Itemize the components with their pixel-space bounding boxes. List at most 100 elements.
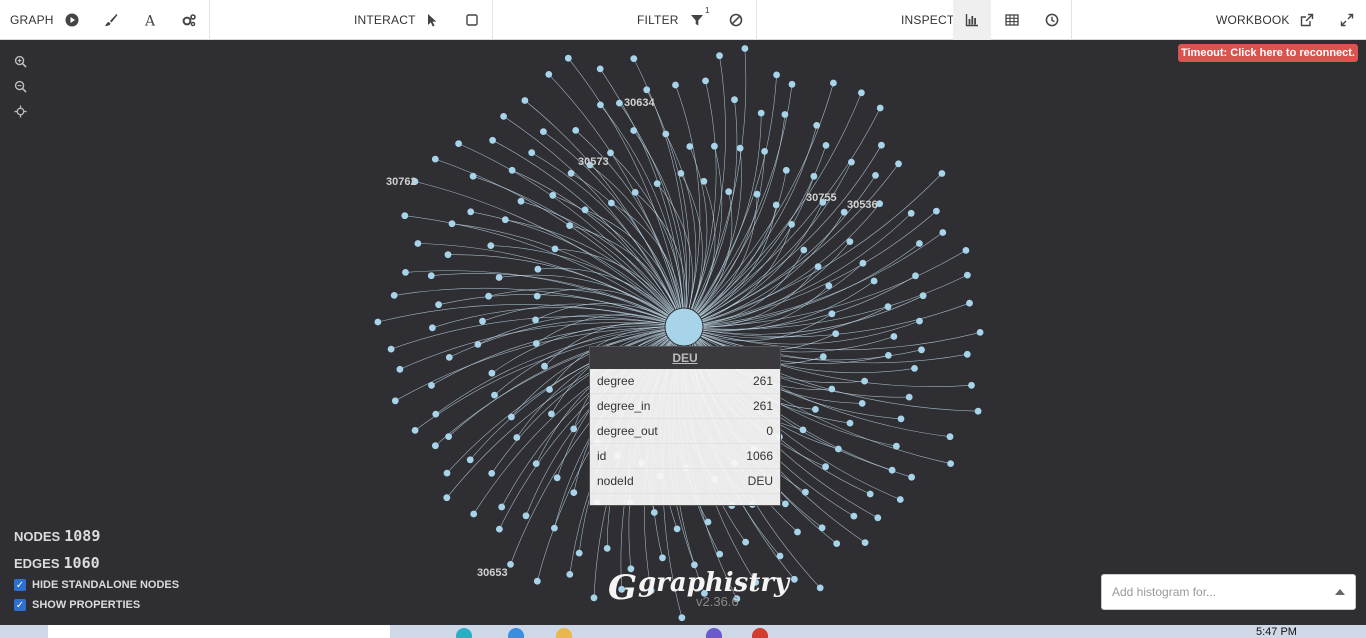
graph-node[interactable] bbox=[549, 191, 557, 199]
caret-up-icon[interactable] bbox=[1335, 589, 1345, 595]
graph-node[interactable] bbox=[532, 460, 540, 467]
graph-node[interactable] bbox=[885, 352, 892, 359]
font-icon[interactable]: A bbox=[131, 0, 169, 40]
graph-node[interactable] bbox=[974, 407, 982, 415]
graph-node[interactable] bbox=[761, 148, 768, 155]
graph-node[interactable] bbox=[825, 282, 833, 290]
graph-node[interactable] bbox=[702, 77, 709, 85]
graph-node[interactable] bbox=[455, 140, 462, 147]
graph-node[interactable] bbox=[508, 166, 516, 174]
graph-node[interactable] bbox=[545, 71, 553, 78]
graph-node[interactable] bbox=[686, 143, 694, 150]
zoom-out-icon[interactable] bbox=[12, 79, 28, 94]
graph-node[interactable] bbox=[387, 345, 395, 353]
graph-node[interactable] bbox=[630, 55, 638, 62]
graph-node[interactable] bbox=[878, 141, 885, 149]
graph-node[interactable] bbox=[704, 518, 712, 526]
graph-node[interactable] bbox=[939, 229, 947, 236]
taskbar-app-icon[interactable] bbox=[706, 628, 722, 638]
graph-node[interactable] bbox=[659, 554, 666, 562]
graph-node[interactable] bbox=[508, 413, 515, 421]
exclude-icon[interactable] bbox=[717, 0, 755, 40]
hub-node-deu[interactable] bbox=[664, 307, 704, 347]
graph-node[interactable] bbox=[553, 474, 561, 482]
graph-node[interactable] bbox=[814, 263, 822, 270]
graph-node[interactable] bbox=[432, 410, 440, 418]
graph-node[interactable] bbox=[572, 127, 580, 134]
graph-node[interactable] bbox=[428, 382, 435, 389]
graph-node[interactable] bbox=[677, 170, 685, 177]
graph-node[interactable] bbox=[781, 111, 789, 118]
box-select-icon[interactable] bbox=[453, 0, 491, 40]
graph-node[interactable] bbox=[716, 52, 723, 60]
graph-node[interactable] bbox=[548, 410, 555, 418]
graph-node[interactable] bbox=[716, 550, 724, 558]
graph-node[interactable] bbox=[802, 488, 809, 496]
graph-node[interactable] bbox=[788, 221, 795, 228]
external-link-icon[interactable] bbox=[1288, 0, 1326, 40]
graph-node[interactable] bbox=[816, 584, 824, 592]
hide-standalone-toggle[interactable]: ✓ HIDE STANDALONE NODES bbox=[14, 579, 179, 591]
graph-node[interactable] bbox=[908, 473, 915, 481]
graph-node[interactable] bbox=[488, 470, 496, 477]
graph-node[interactable] bbox=[966, 299, 973, 307]
graph-node[interactable] bbox=[470, 510, 478, 518]
graph-node[interactable] bbox=[532, 316, 539, 324]
graph-node[interactable] bbox=[435, 301, 442, 309]
graph-node[interactable] bbox=[374, 318, 382, 326]
graph-node[interactable] bbox=[444, 251, 452, 259]
graph-node[interactable] bbox=[850, 512, 858, 520]
graph-node[interactable] bbox=[872, 172, 879, 179]
graph-node[interactable] bbox=[469, 172, 477, 180]
graph-node[interactable] bbox=[533, 577, 541, 585]
graph-visualization[interactable] bbox=[0, 40, 1366, 625]
graph-node[interactable] bbox=[631, 189, 639, 196]
graph-node[interactable] bbox=[888, 466, 896, 474]
graph-node[interactable] bbox=[551, 245, 559, 253]
graph-node[interactable] bbox=[830, 79, 837, 87]
graph-node[interactable] bbox=[822, 142, 830, 149]
graph-node[interactable] bbox=[782, 166, 790, 174]
graph-node[interactable] bbox=[445, 354, 453, 361]
center-view-icon[interactable] bbox=[12, 104, 28, 119]
graph-node[interactable] bbox=[546, 386, 553, 393]
checkbox-checked-icon[interactable]: ✓ bbox=[14, 599, 26, 611]
graph-node[interactable] bbox=[736, 144, 744, 152]
graph-node[interactable] bbox=[861, 539, 869, 546]
graph-node[interactable] bbox=[874, 514, 882, 522]
reconnect-alert[interactable]: Timeout: Click here to reconnect. bbox=[1178, 44, 1358, 62]
graph-node[interactable] bbox=[551, 524, 558, 532]
graph-node[interactable] bbox=[895, 160, 902, 168]
graph-node[interactable] bbox=[643, 86, 651, 94]
graph-node[interactable] bbox=[396, 365, 404, 373]
graph-node[interactable] bbox=[570, 425, 578, 433]
graph-node[interactable] bbox=[448, 220, 456, 228]
graph-node[interactable] bbox=[522, 512, 530, 520]
workbook-label[interactable]: WORKBOOK bbox=[1216, 13, 1290, 27]
graph-node[interactable] bbox=[445, 433, 452, 440]
graph-node[interactable] bbox=[466, 456, 474, 464]
graph-node[interactable] bbox=[567, 169, 575, 177]
taskbar-app-icon[interactable] bbox=[508, 628, 524, 638]
graph-node[interactable] bbox=[859, 259, 867, 267]
graph-node[interactable] bbox=[976, 329, 984, 336]
graph-node[interactable] bbox=[427, 272, 435, 280]
graph-node[interactable] bbox=[500, 113, 507, 120]
graph-node[interactable] bbox=[919, 292, 927, 300]
graph-node[interactable] bbox=[835, 445, 842, 453]
graph-node[interactable] bbox=[776, 552, 784, 560]
graph-node[interactable] bbox=[916, 240, 923, 247]
graph-node[interactable] bbox=[876, 104, 884, 112]
graph-node[interactable] bbox=[799, 426, 807, 434]
graph-node[interactable] bbox=[828, 310, 836, 318]
graph-node[interactable] bbox=[800, 246, 808, 254]
graph-node[interactable] bbox=[731, 96, 738, 104]
graph-node[interactable] bbox=[443, 494, 451, 502]
graph-node[interactable] bbox=[884, 303, 892, 311]
pointer-icon[interactable] bbox=[413, 0, 451, 40]
graph-node[interactable] bbox=[848, 158, 855, 166]
graph-node[interactable] bbox=[938, 170, 946, 177]
graph-node[interactable] bbox=[819, 353, 827, 361]
graph-node[interactable] bbox=[432, 442, 439, 450]
graph-node[interactable] bbox=[896, 496, 904, 503]
